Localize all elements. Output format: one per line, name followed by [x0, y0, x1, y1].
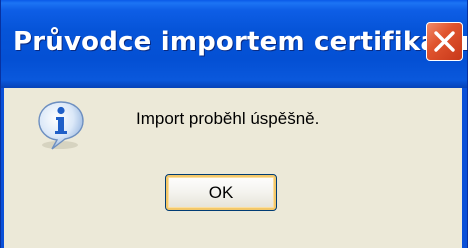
title-bar[interactable]: Průvodce importem certifikátu	[1, 0, 468, 88]
close-icon	[434, 31, 455, 52]
close-button[interactable]	[426, 22, 463, 61]
dialog-message: Import proběhl úspěšně.	[136, 109, 320, 128]
info-icon	[38, 101, 84, 150]
dialog-window: Průvodce importem certifikátu Import pro…	[0, 0, 468, 248]
ok-button-label: OK	[208, 182, 234, 202]
window-title: Průvodce importem certifikátu	[13, 27, 468, 57]
dialog-body: Import proběhl úspěšně. OK	[4, 88, 462, 248]
ok-button[interactable]: OK	[165, 174, 277, 211]
